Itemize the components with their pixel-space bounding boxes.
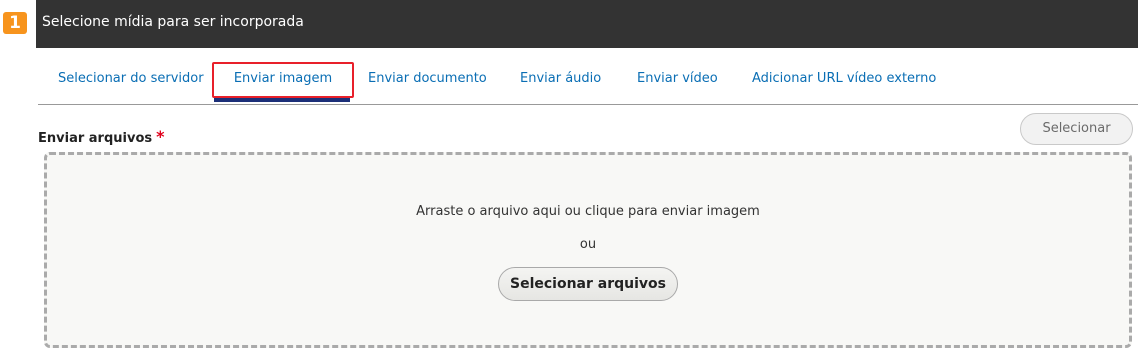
tab-upload-document[interactable]: Enviar documento [368,58,487,102]
tab-external-video-url[interactable]: Adicionar URL vídeo externo [752,58,936,102]
select-files-button[interactable]: Selecionar arquivos [498,267,678,301]
active-tab-indicator [214,98,350,102]
upload-files-label-text: Enviar arquivos [38,131,153,146]
step-number-badge: 1 [3,12,27,34]
file-dropzone[interactable]: Arraste o arquivo aqui ou clique para en… [44,152,1132,348]
media-source-tabs: Selecionar do servidor Enviar imagem Env… [38,58,1138,105]
select-button[interactable]: Selecionar [1020,113,1133,145]
dropzone-instructions: Arraste o arquivo aqui ou clique para en… [416,204,760,219]
tab-upload-audio[interactable]: Enviar áudio [520,58,601,102]
dialog-header: Selecione mídia para ser incorporada [36,0,1138,48]
upload-files-label: Enviar arquivos * [38,127,165,146]
tab-select-from-server[interactable]: Selecionar do servidor [58,58,204,102]
tab-upload-video[interactable]: Enviar vídeo [637,58,718,102]
dialog-title: Selecione mídia para ser incorporada [42,14,304,30]
dropzone-or-text: ou [579,237,597,252]
required-marker: * [156,127,165,146]
tab-upload-image[interactable]: Enviar imagem [212,62,354,98]
